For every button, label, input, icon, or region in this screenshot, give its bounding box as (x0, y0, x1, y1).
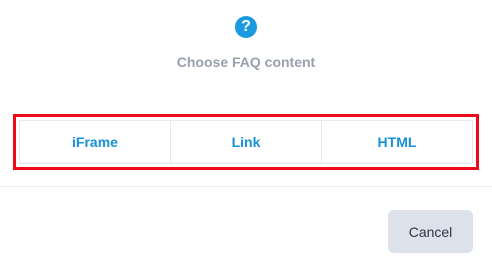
question-circle-icon: ? (235, 16, 257, 38)
dialog-subtitle: Choose FAQ content (176, 54, 316, 70)
faq-content-dialog: ? Choose FAQ content iFrame Link HTML Ca… (0, 0, 492, 273)
question-mark-glyph: ? (241, 18, 251, 35)
option-html[interactable]: HTML (322, 121, 472, 163)
option-iframe[interactable]: iFrame (20, 121, 171, 163)
footer-divider (0, 186, 492, 187)
cancel-button[interactable]: Cancel (388, 210, 473, 253)
faq-content-options: iFrame Link HTML (19, 120, 473, 164)
option-link[interactable]: Link (171, 121, 322, 163)
